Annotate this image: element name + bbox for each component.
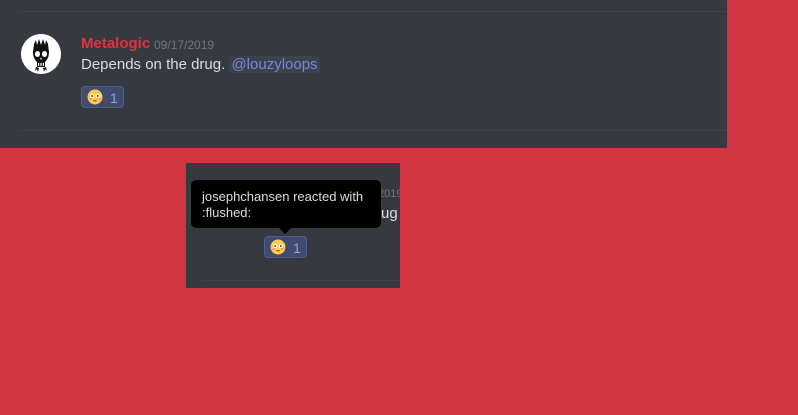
chat-message-panel: Metalogic 09/17/2019 Depends on the drug… (0, 0, 727, 148)
tooltip-arrow (279, 228, 291, 234)
message-timestamp: 09/17/2019 (154, 38, 215, 52)
reaction-count: 1 (293, 240, 301, 256)
screenshot-canvas: Metalogic 09/17/2019 Depends on the drug… (0, 0, 798, 415)
reaction-tooltip: josephchansen reacted with :flushed: (191, 180, 381, 228)
zoom-inset-panel: 2019 rug josephchansen reacted with :flu… (186, 163, 400, 288)
flushed-face-icon (87, 89, 103, 105)
message-divider (20, 130, 727, 131)
message-content: Depends on the drug. @louzyloops (81, 56, 320, 73)
user-mention[interactable]: @louzyloops (229, 56, 320, 73)
message-text: Depends on the drug. (81, 56, 226, 73)
tooltip-line-1: josephchansen reacted with (202, 189, 364, 204)
reaction-button[interactable]: 1 (264, 236, 307, 258)
skull-logo-icon (21, 34, 61, 74)
message-username[interactable]: Metalogic (81, 35, 150, 52)
message-divider (20, 11, 727, 12)
flushed-face-icon (270, 239, 286, 255)
reaction-count: 1 (110, 90, 118, 106)
inset-timestamp-fragment: 2019 (378, 188, 400, 200)
message-divider (202, 280, 400, 281)
reaction-button[interactable]: 1 (81, 86, 124, 108)
avatar[interactable] (21, 34, 61, 74)
tooltip-line-2: :flushed: (202, 205, 252, 220)
